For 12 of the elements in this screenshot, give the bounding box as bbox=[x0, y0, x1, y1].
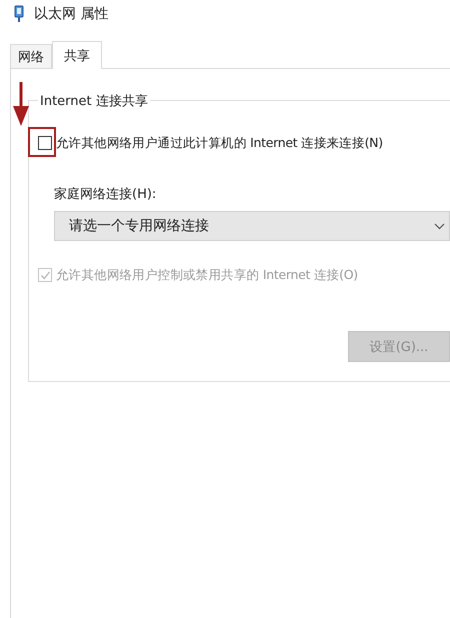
checkbox-label: 允许其他网络用户通过此计算机的 Internet 连接来连接(N) bbox=[56, 134, 383, 152]
dropdown-label: 家庭网络连接(H): bbox=[54, 186, 158, 203]
window-title: 以太网 属性 bbox=[34, 5, 108, 23]
chevron-down-icon bbox=[434, 222, 445, 230]
network-adapter-icon bbox=[14, 5, 24, 23]
tab[interactable]: 网络 bbox=[10, 44, 52, 68]
group-title: Internet 连接共享 bbox=[38, 92, 150, 110]
tab[interactable]: 共享 bbox=[52, 41, 102, 69]
checkbox[interactable] bbox=[38, 136, 52, 150]
checkbox-label: 允许其他网络用户控制或禁用共享的 Internet 连接(O) bbox=[56, 266, 358, 284]
dropdown[interactable]: 请选一个专用网络连接 bbox=[54, 211, 450, 241]
arrow-icon bbox=[13, 82, 29, 126]
